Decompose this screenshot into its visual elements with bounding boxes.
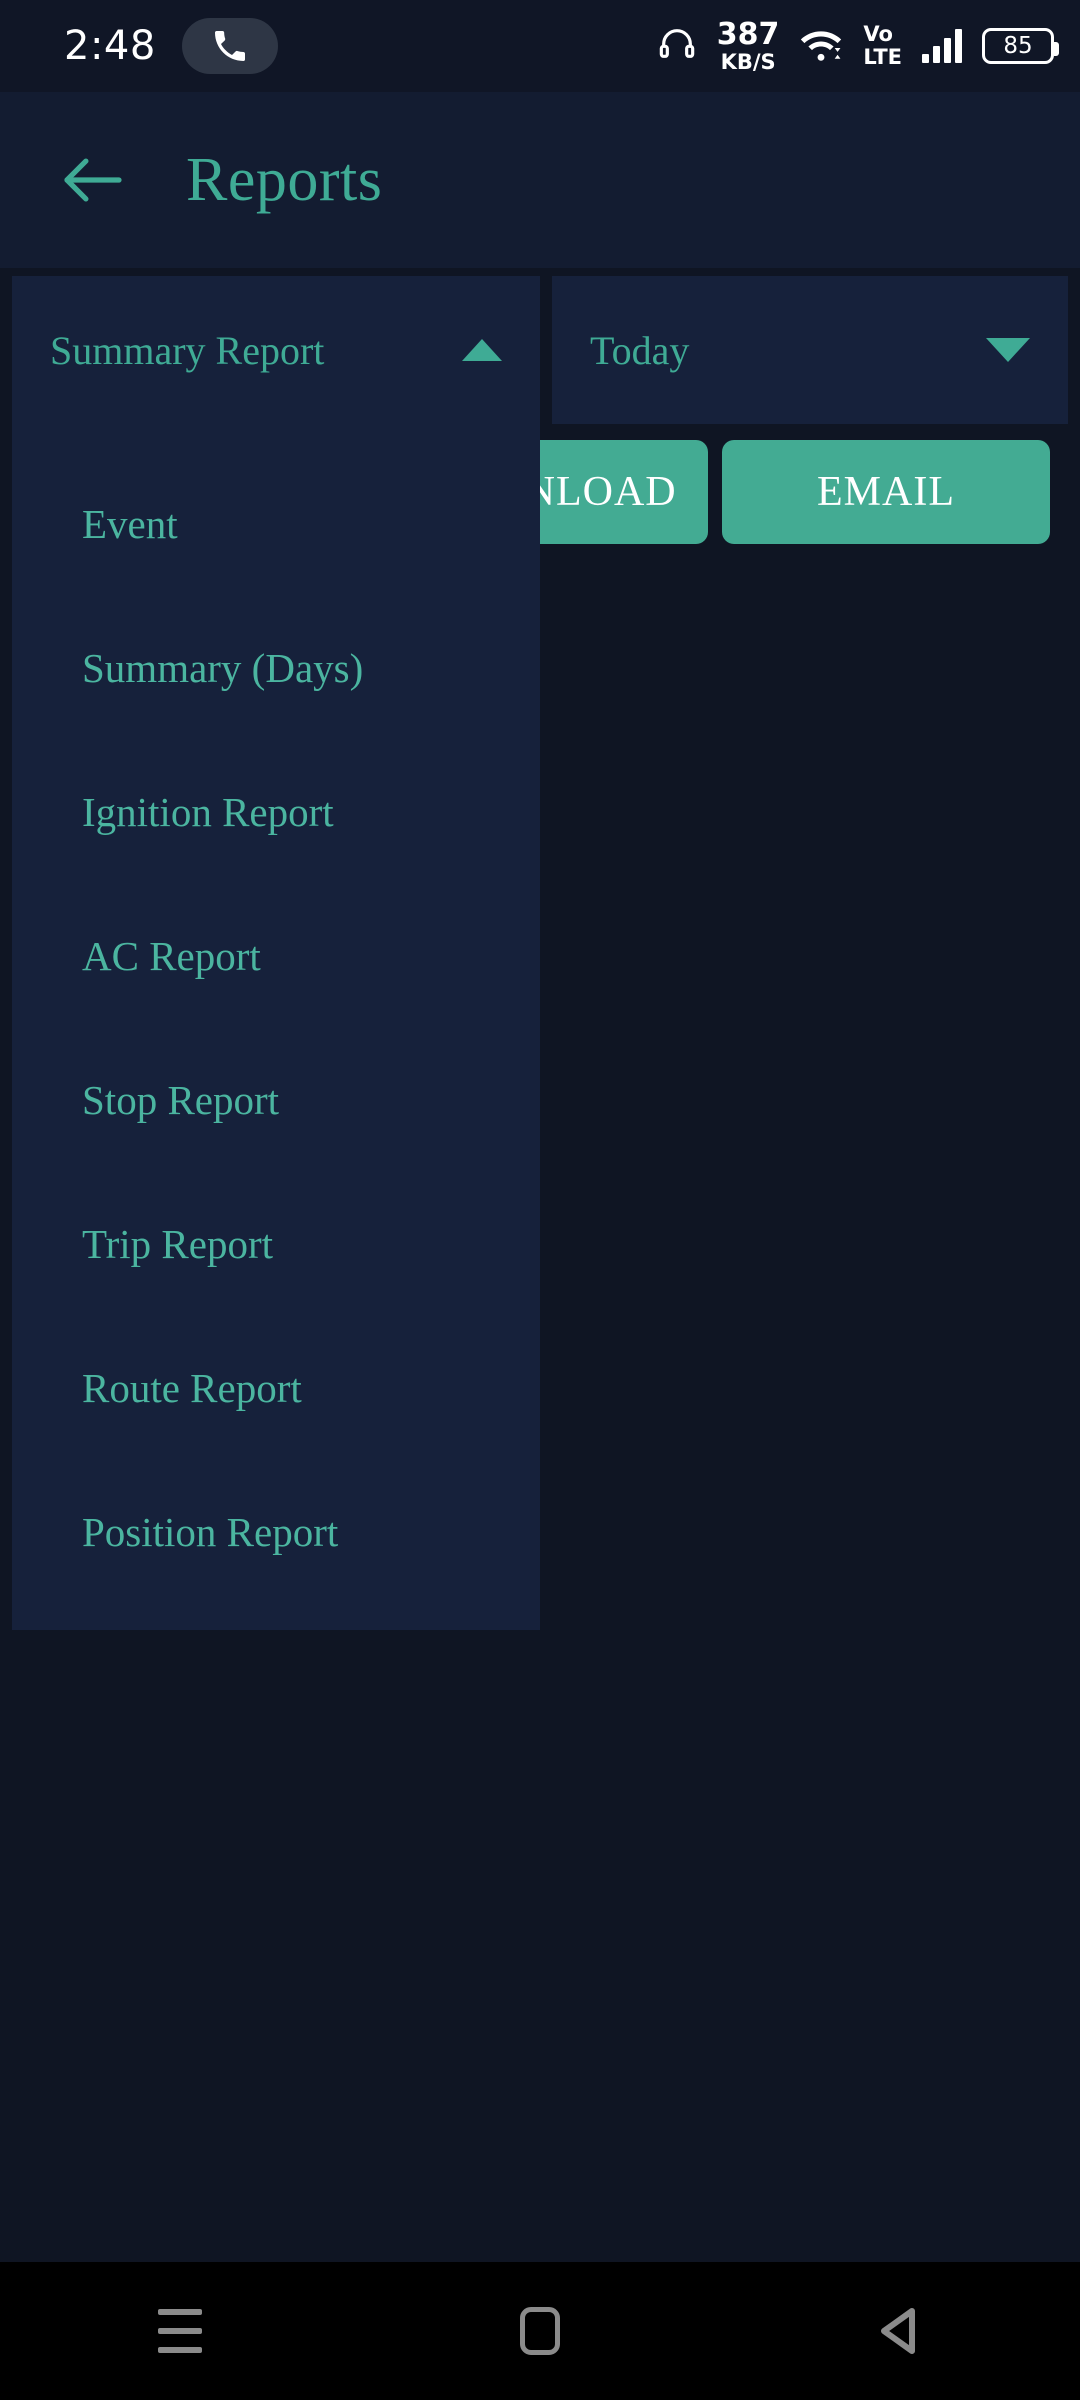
dropdown-item-summary-days[interactable]: Summary (Days) [12, 596, 540, 740]
volte-line-1: Vo [863, 22, 893, 46]
volte-line-2: LTE [863, 45, 902, 69]
dropdown-item-stop-report[interactable]: Stop Report [12, 1028, 540, 1172]
menu-icon[interactable] [105, 2262, 255, 2400]
report-type-dropdown-menu: Event Summary (Days) Ignition Report AC … [12, 424, 540, 1630]
date-range-value: Today [590, 327, 690, 373]
arrow-left-icon[interactable] [58, 145, 128, 215]
battery-icon: 85 [982, 28, 1059, 64]
dropdown-item-ac-report[interactable]: AC Report [12, 884, 540, 1028]
wifi-icon [799, 26, 843, 67]
date-range-select[interactable]: Today [552, 276, 1068, 424]
filter-row: Summary Report Today [0, 276, 1080, 424]
phone-icon[interactable] [181, 18, 278, 74]
chevron-up-icon [462, 339, 502, 361]
status-bar-left: 2:48 [64, 18, 278, 74]
app-bar: Reports [0, 92, 1080, 268]
dropdown-item-trip-report[interactable]: Trip Report [12, 1172, 540, 1316]
headset-icon [657, 24, 697, 69]
network-speed-value: 387 [716, 16, 780, 52]
email-button[interactable]: EMAIL [722, 440, 1050, 544]
phone-screen: 2:48 387 KB/S Vo LTE 85 Reports Summary … [0, 0, 1080, 2400]
report-type-select[interactable]: Summary Report [12, 276, 540, 424]
network-speed-unit: KB/S [720, 49, 776, 74]
report-type-value: Summary Report [50, 327, 325, 373]
network-speed: 387 KB/S [716, 16, 780, 74]
signal-bars-icon [922, 29, 962, 63]
system-navigation-bar [0, 2262, 1080, 2400]
dropdown-item-ignition-report[interactable]: Ignition Report [12, 740, 540, 884]
home-square-icon[interactable] [465, 2262, 615, 2400]
status-bar: 2:48 387 KB/S Vo LTE 85 [0, 0, 1080, 92]
content-area: Summary Report Today DOWNLOAD EMAIL Even… [0, 268, 1080, 2258]
page-title: Reports [186, 145, 383, 214]
volte-icon: Vo LTE [863, 24, 902, 68]
dropdown-item-event[interactable]: Event [12, 452, 540, 596]
dropdown-item-position-report[interactable]: Position Report [12, 1460, 540, 1604]
status-clock: 2:48 [64, 23, 156, 69]
dropdown-item-route-report[interactable]: Route Report [12, 1316, 540, 1460]
back-triangle-icon[interactable] [825, 2262, 975, 2400]
battery-level: 85 [1003, 33, 1033, 59]
status-bar-right: 387 KB/S Vo LTE 85 [657, 16, 1059, 74]
chevron-down-icon [986, 338, 1030, 362]
